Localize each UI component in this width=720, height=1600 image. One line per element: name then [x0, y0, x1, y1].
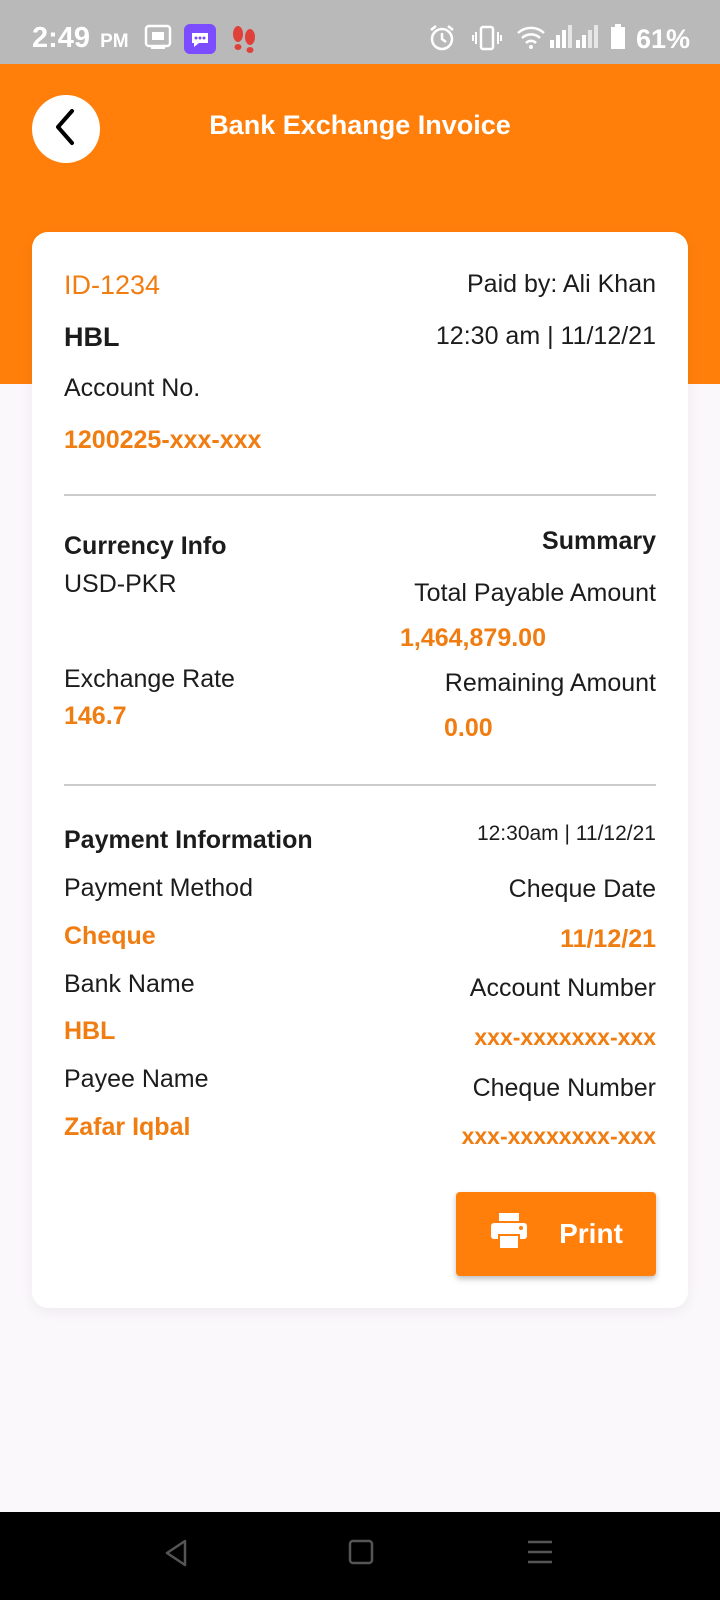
system-nav-bar: [0, 1512, 720, 1600]
bank-name-value: HBL: [64, 1017, 116, 1045]
divider: [64, 494, 656, 496]
payment-method-value: Cheque: [64, 922, 156, 950]
bank-name: HBL: [64, 322, 120, 352]
screenshot-app-icon: [144, 24, 172, 55]
account-number-label: Account Number: [469, 974, 656, 1002]
total-payable-value: 1,464,879.00: [400, 624, 546, 652]
cheque-number-label: Cheque Number: [472, 1074, 656, 1102]
bank-name-label: Bank Name: [64, 970, 195, 998]
status-bar: 2:49 PM 61%: [0, 0, 720, 64]
invoice-datetime: 12:30 am | 11/12/21: [435, 322, 656, 350]
nav-home-icon[interactable]: [348, 1538, 374, 1571]
messenger-app-icon: [184, 24, 216, 59]
payee-name-label: Payee Name: [64, 1065, 209, 1093]
payment-info-title: Payment Information: [64, 826, 313, 854]
summary-title: Summary: [542, 527, 656, 555]
currency-pair: USD-PKR: [64, 570, 177, 598]
account-number-value: xxx-xxxxxxx-xxx: [474, 1024, 656, 1050]
status-time: 2:49 PM: [32, 22, 129, 54]
currency-info-title: Currency Info: [64, 532, 227, 560]
invoice-card: ID-1234 Paid by: Ali Khan HBL 12:30 am |…: [32, 232, 688, 1308]
total-payable-label: Total Payable Amount: [414, 579, 656, 607]
account-value: 1200225-xxx-xxx: [64, 426, 262, 454]
cheque-date-value: 11/12/21: [560, 925, 656, 953]
page-title: Bank Exchange Invoice: [209, 110, 511, 140]
exchange-rate-label: Exchange Rate: [64, 665, 235, 693]
remaining-amount-value: 0.00: [444, 714, 493, 742]
battery-percent: 61%: [635, 24, 690, 54]
exchange-rate-value: 146.7: [64, 702, 127, 730]
remaining-amount-label: Remaining Amount: [444, 669, 656, 697]
payee-name-value: Zafar Iqbal: [64, 1113, 191, 1141]
nav-menu-icon[interactable]: [526, 1538, 554, 1571]
alarm-icon: [428, 24, 456, 57]
battery-icon: [610, 24, 626, 55]
payment-datetime: 12:30am | 11/12/21: [476, 822, 656, 845]
footsteps-app-icon: [230, 24, 258, 59]
account-label: Account No.: [64, 374, 201, 402]
signal-icon: [550, 24, 600, 53]
cheque-date-label: Cheque Date: [508, 875, 656, 903]
print-label: Print: [559, 1218, 623, 1249]
print-button[interactable]: Print: [456, 1192, 656, 1276]
invoice-id: ID-1234: [64, 270, 161, 300]
wifi-icon: [516, 24, 546, 55]
nav-back-icon[interactable]: [163, 1538, 189, 1573]
vibrate-icon: [472, 24, 502, 57]
payment-method-label: Payment Method: [64, 874, 253, 902]
paid-by: Paid by: Ali Khan: [466, 270, 656, 298]
divider: [64, 784, 656, 786]
cheque-number-value: xxx-xxxxxxxx-xxx: [461, 1123, 656, 1149]
printer-icon: [489, 1212, 559, 1256]
